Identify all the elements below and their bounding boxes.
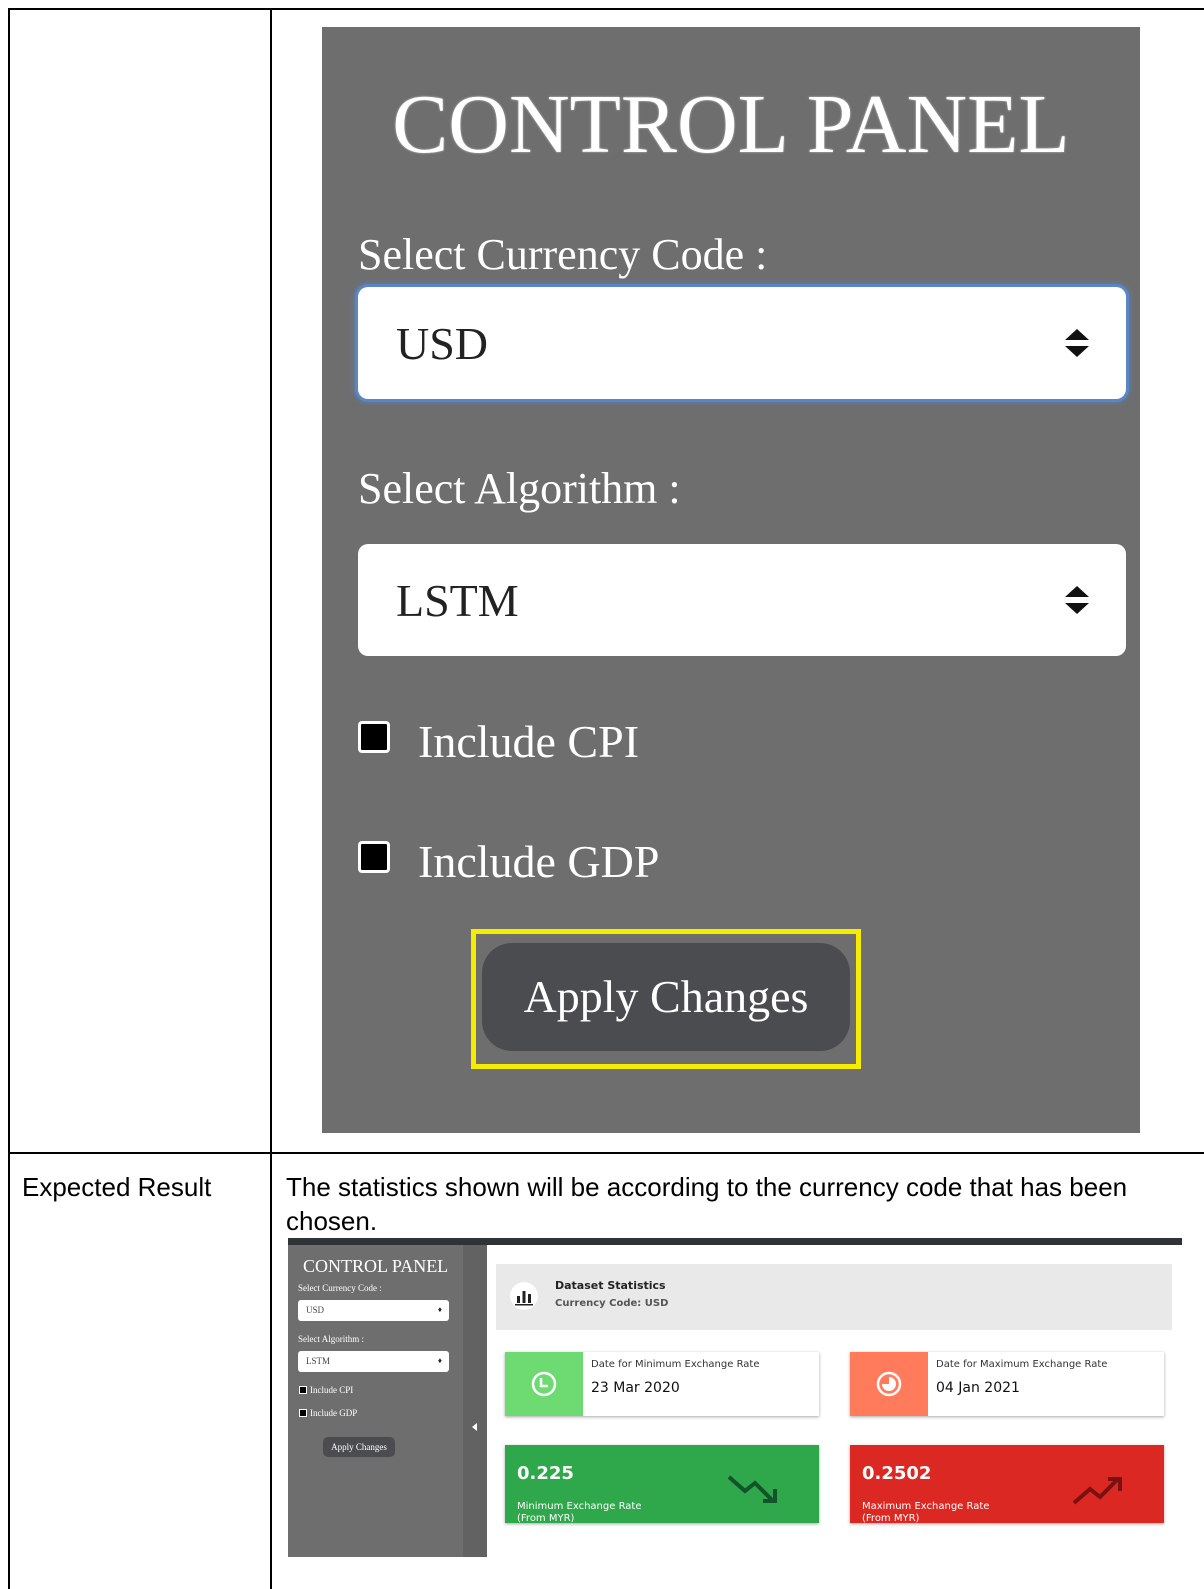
- include-gdp-label: Include GDP: [418, 836, 660, 887]
- include-cpi-label: Include CPI: [418, 716, 640, 767]
- max-rate-caption-line2: (From MYR): [862, 1513, 920, 1524]
- sidebar-collapse-bar[interactable]: [463, 1245, 487, 1557]
- table-column-divider: [270, 8, 272, 1589]
- sidebar-include-cpi-label: Include CPI: [310, 1385, 354, 1395]
- include-cpi-checkbox[interactable]: [358, 721, 390, 753]
- sidebar-currency-select[interactable]: USD ♦: [298, 1300, 449, 1321]
- max-rate-card: 0.2502 Maximum Exchange Rate (From MYR): [850, 1445, 1164, 1525]
- sidebar-algorithm-select[interactable]: LSTM ♦: [298, 1351, 449, 1372]
- max-rate-value: 0.2502: [862, 1463, 932, 1484]
- dataset-statistics-header: Dataset Statistics Currency Code: USD: [496, 1264, 1172, 1330]
- select-arrows-icon: [1065, 329, 1089, 357]
- table-row-divider: [8, 1152, 1204, 1154]
- algorithm-select[interactable]: LSTM: [358, 544, 1126, 656]
- sidebar-include-gdp-label: Include GDP: [310, 1408, 358, 1418]
- sidebar-algorithm-value: LSTM: [306, 1356, 331, 1366]
- bar-chart-icon: [510, 1282, 538, 1310]
- expected-result-description: The statistics shown will be according t…: [286, 1172, 1128, 1236]
- currency-code-label: Select Currency Code :: [358, 230, 768, 279]
- clock-icon: [531, 1371, 557, 1397]
- algorithm-label: Select Algorithm :: [358, 464, 681, 513]
- control-panel-large: CONTROL PANEL Select Currency Code : USD…: [322, 27, 1140, 1133]
- result-screenshot: CONTROL PANEL Select Currency Code : USD…: [288, 1238, 1182, 1557]
- select-arrows-icon: ♦: [437, 1305, 442, 1314]
- max-date-icon-box: [850, 1352, 928, 1416]
- max-date-value: 04 Jan 2021: [936, 1380, 1020, 1396]
- currency-code-select[interactable]: USD: [358, 287, 1126, 399]
- expected-result-label: Expected Result: [22, 1172, 212, 1202]
- min-rate-card: 0.225 Minimum Exchange Rate (From MYR): [505, 1445, 819, 1525]
- collapse-arrow-icon[interactable]: [472, 1423, 477, 1431]
- apply-changes-button[interactable]: Apply Changes: [482, 943, 850, 1051]
- min-rate-caption: Minimum Exchange Rate (From MYR): [517, 1501, 697, 1525]
- min-rate-caption-line2: (From MYR): [517, 1513, 575, 1524]
- control-panel-title: CONTROL PANEL: [392, 78, 1070, 171]
- min-rate-value: 0.225: [517, 1463, 574, 1484]
- sidebar-control-panel: CONTROL PANEL Select Currency Code : USD…: [288, 1245, 463, 1557]
- select-arrows-icon: [1065, 586, 1089, 614]
- sidebar-apply-changes-button[interactable]: Apply Changes: [323, 1437, 395, 1457]
- algorithm-value: LSTM: [396, 575, 519, 626]
- max-rate-caption: Maximum Exchange Rate (From MYR): [862, 1501, 1042, 1525]
- min-date-label: Date for Minimum Exchange Rate: [591, 1359, 760, 1370]
- select-arrows-icon: ♦: [437, 1356, 442, 1365]
- min-date-value: 23 Mar 2020: [591, 1380, 680, 1396]
- currency-code-value: USD: [396, 318, 489, 369]
- min-date-card: Date for Minimum Exchange Rate 23 Mar 20…: [505, 1352, 819, 1416]
- dataset-statistics-title: Dataset Statistics: [555, 1279, 666, 1292]
- currency-code-subtitle: Currency Code: USD: [555, 1298, 669, 1309]
- max-rate-caption-line1: Maximum Exchange Rate: [862, 1501, 990, 1512]
- min-rate-caption-line1: Minimum Exchange Rate: [517, 1501, 642, 1512]
- sidebar-currency-label: Select Currency Code :: [298, 1283, 382, 1293]
- trend-down-icon: [727, 1475, 777, 1503]
- sidebar-include-gdp-checkbox[interactable]: [299, 1409, 307, 1417]
- include-gdp-checkbox[interactable]: [358, 841, 390, 873]
- sidebar-include-cpi-checkbox[interactable]: [299, 1386, 307, 1394]
- app-top-bar: [288, 1238, 1182, 1245]
- min-date-icon-box: [505, 1352, 583, 1416]
- pie-clock-icon: [876, 1371, 902, 1397]
- trend-up-icon: [1072, 1477, 1122, 1505]
- sidebar-currency-value: USD: [306, 1305, 325, 1315]
- sidebar-title: CONTROL PANEL: [303, 1256, 449, 1276]
- max-date-label: Date for Maximum Exchange Rate: [936, 1359, 1108, 1370]
- max-date-card: Date for Maximum Exchange Rate 04 Jan 20…: [850, 1352, 1164, 1416]
- sidebar-algorithm-label: Select Algorithm :: [298, 1334, 364, 1344]
